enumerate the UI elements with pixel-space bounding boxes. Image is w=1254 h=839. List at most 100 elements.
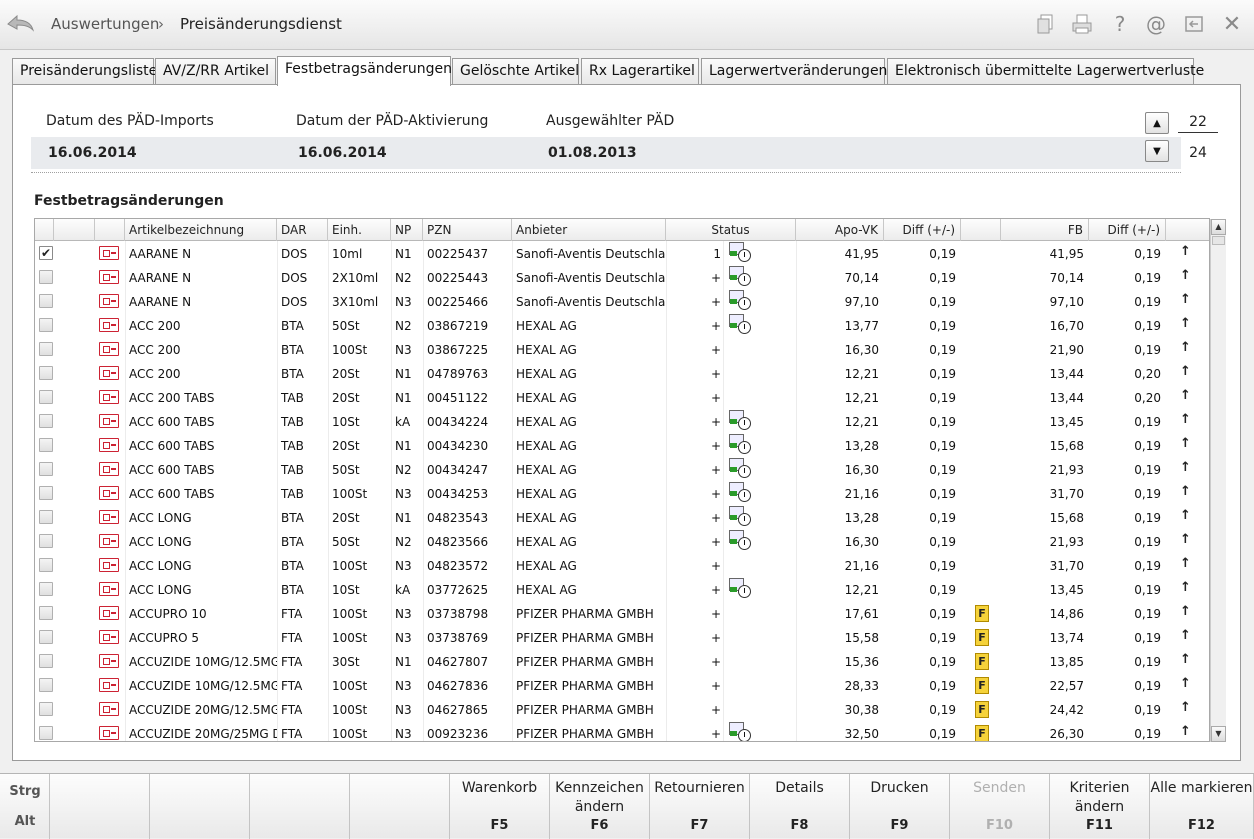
row-checkbox[interactable] <box>39 270 53 284</box>
table-row[interactable]: ACCUPRO 10 FTA 100St N3 03738798 PFIZER PHARM… <box>35 601 1209 625</box>
article-icon[interactable] <box>99 534 119 548</box>
column-header[interactable] <box>35 219 54 241</box>
column-header[interactable]: Status <box>666 219 796 241</box>
article-icon[interactable] <box>99 510 119 524</box>
table-row[interactable]: ✔ AARANE N DOS 10ml N1 00225437 Sanofi-Aventis… <box>35 241 1209 265</box>
table-row[interactable]: ACC 200 TABS TAB 20St N1 00451122 HEXAL AG +12… <box>35 385 1209 409</box>
function-key-f8[interactable]: Details F8 <box>750 774 850 839</box>
function-key-empty[interactable] <box>250 774 350 839</box>
previous-pad-button[interactable]: ▲ <box>1145 112 1169 134</box>
article-icon[interactable] <box>99 414 119 428</box>
function-key-f11[interactable]: Kriterien ändern F11 <box>1050 774 1150 839</box>
table-row[interactable]: ACCUPRO 5 FTA 100St N3 03738769 PFIZER PHARMA… <box>35 625 1209 649</box>
article-icon[interactable] <box>99 270 119 284</box>
function-key-f12[interactable]: Alle markieren F12 <box>1150 774 1254 839</box>
table-row[interactable]: ACCUZIDE 10MG/12.5MG FTA 100St N3 04627836 PF… <box>35 673 1209 697</box>
function-key-f9[interactable]: Drucken F9 <box>850 774 950 839</box>
article-icon[interactable] <box>99 678 119 692</box>
row-checkbox[interactable] <box>39 606 53 620</box>
table-row[interactable]: ACC LONG BTA 100St N3 04823572 HEXAL AG +21,16… <box>35 553 1209 577</box>
help-icon[interactable]: ? <box>1107 11 1133 37</box>
function-key-f6[interactable]: Kennzeichen ändern F6 <box>550 774 650 839</box>
row-checkbox[interactable] <box>39 414 53 428</box>
tab-rx-lagerartikel[interactable]: Rx Lagerartikel <box>581 58 699 84</box>
at-icon[interactable]: @ <box>1143 11 1169 37</box>
article-icon[interactable] <box>99 630 119 644</box>
back-arrow-icon[interactable] <box>5 10 35 36</box>
article-icon[interactable] <box>99 438 119 452</box>
function-key-f10[interactable]: Senden F10 <box>950 774 1050 839</box>
column-header[interactable]: Anbieter <box>512 219 666 241</box>
scroll-thumb[interactable] <box>1212 236 1225 245</box>
function-key-empty[interactable] <box>350 774 450 839</box>
table-row[interactable]: ACC 600 TABS TAB 50St N2 00434247 HEXAL AG +16… <box>35 457 1209 481</box>
function-key-f5[interactable]: Warenkorb F5 <box>450 774 550 839</box>
tab-av-z-rr-artikel[interactable]: AV/Z/RR Artikel <box>155 58 276 84</box>
article-icon[interactable] <box>99 726 119 740</box>
tab-preisaenderungsliste[interactable]: Preisänderungsliste <box>12 58 157 84</box>
exit-icon[interactable] <box>1181 11 1207 37</box>
article-icon[interactable] <box>99 486 119 500</box>
row-checkbox[interactable] <box>39 462 53 476</box>
column-header[interactable]: DAR <box>277 219 328 241</box>
row-checkbox[interactable] <box>39 318 53 332</box>
scroll-up-button[interactable]: ▲ <box>1211 219 1226 235</box>
row-checkbox[interactable] <box>39 534 53 548</box>
table-row[interactable]: ACCUZIDE 10MG/12.5MG FTA 30St N1 04627807 PFI… <box>35 649 1209 673</box>
tab-geloeschte-artikel[interactable]: Gelöschte Artikel <box>452 58 579 84</box>
table-row[interactable]: ACC LONG BTA 20St N1 04823543 HEXAL AG +13,28 0… <box>35 505 1209 529</box>
row-checkbox[interactable] <box>39 726 53 740</box>
row-checkbox[interactable] <box>39 366 53 380</box>
row-checkbox[interactable] <box>39 438 53 452</box>
column-header[interactable] <box>961 219 1001 241</box>
article-icon[interactable] <box>99 318 119 332</box>
row-checkbox[interactable] <box>39 678 53 692</box>
column-header[interactable]: PZN <box>423 219 512 241</box>
table-row[interactable]: ACC LONG BTA 10St kA 03772625 HEXAL AG +12,21 0… <box>35 577 1209 601</box>
article-icon[interactable] <box>99 582 119 596</box>
column-header[interactable]: Apo-VK <box>796 219 884 241</box>
table-row[interactable]: ACC LONG BTA 50St N2 04823566 HEXAL AG +16,30 0… <box>35 529 1209 553</box>
article-icon[interactable] <box>99 558 119 572</box>
tab-festbetragsaenderungen[interactable]: Festbetragsänderungen <box>277 56 452 86</box>
vertical-scrollbar[interactable]: ▲ ▼ <box>1210 219 1226 742</box>
column-header[interactable]: Artikelbezeichnung <box>125 219 277 241</box>
table-row[interactable]: ACC 600 TABS TAB 10St kA 00434224 HEXAL AG +12… <box>35 409 1209 433</box>
article-icon[interactable] <box>99 390 119 404</box>
article-icon[interactable] <box>99 606 119 620</box>
row-checkbox[interactable] <box>39 510 53 524</box>
table-row[interactable]: AARANE N DOS 2X10ml N2 00225443 Sanofi-Aventi… <box>35 265 1209 289</box>
table-row[interactable]: AARANE N DOS 3X10ml N3 00225466 Sanofi-Aventi… <box>35 289 1209 313</box>
row-checkbox[interactable] <box>39 654 53 668</box>
tab-lagerwertverluste[interactable]: Elektronisch übermittelte Lagerwertverlu… <box>887 58 1204 84</box>
table-row[interactable]: ACC 600 TABS TAB 20St N1 00434230 HEXAL AG +13… <box>35 433 1209 457</box>
scroll-down-button[interactable]: ▼ <box>1211 726 1226 742</box>
column-header[interactable] <box>1166 219 1209 241</box>
column-header[interactable]: Einh. <box>328 219 391 241</box>
row-checkbox[interactable] <box>39 294 53 308</box>
row-checkbox[interactable] <box>39 582 53 596</box>
row-checkbox[interactable] <box>39 342 53 356</box>
table-row[interactable]: ACC 200 BTA 100St N3 03867225 HEXAL AG +16,30 0… <box>35 337 1209 361</box>
tab-lagerwertveraenderungen[interactable]: Lagerwertveränderungen <box>701 58 887 84</box>
column-header[interactable]: Diff (+/-) <box>1089 219 1166 241</box>
article-icon[interactable] <box>99 702 119 716</box>
row-checkbox[interactable] <box>39 702 53 716</box>
row-checkbox[interactable] <box>39 558 53 572</box>
article-icon[interactable] <box>99 294 119 308</box>
article-icon[interactable] <box>99 246 119 260</box>
table-row[interactable]: ACC 600 TABS TAB 100St N3 00434253 HEXAL AG +2… <box>35 481 1209 505</box>
column-header[interactable] <box>95 219 125 241</box>
article-icon[interactable] <box>99 366 119 380</box>
column-header[interactable]: FB <box>1001 219 1089 241</box>
next-pad-button[interactable]: ▼ <box>1145 140 1169 162</box>
article-icon[interactable] <box>99 462 119 476</box>
print-icon[interactable] <box>1069 11 1095 37</box>
article-icon[interactable] <box>99 654 119 668</box>
close-icon[interactable]: ✕ <box>1219 11 1245 37</box>
table-row[interactable]: ACCUZIDE 20MG/25MG DIU FTA 100St N3 00923236… <box>35 721 1209 741</box>
function-key-empty[interactable] <box>150 774 250 839</box>
copy-icon[interactable] <box>1033 11 1059 37</box>
breadcrumb-parent[interactable]: Auswertungen <box>51 15 159 33</box>
row-checkbox[interactable] <box>39 630 53 644</box>
